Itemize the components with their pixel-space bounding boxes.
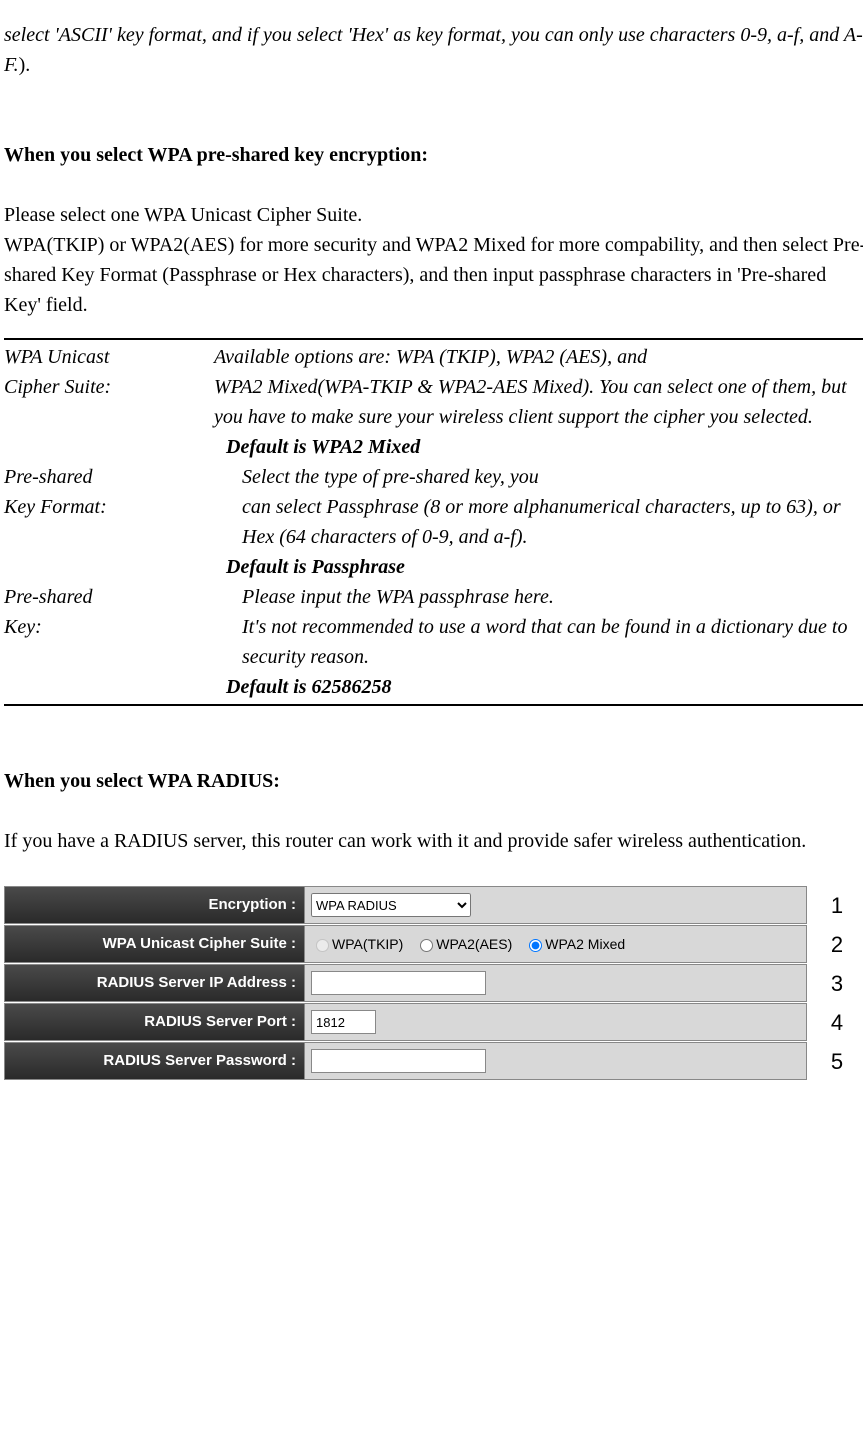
- cipher-opt2-text: WPA2(AES): [436, 934, 512, 955]
- port-row: RADIUS Server Port :: [4, 1003, 807, 1041]
- cipher-value-cell: WPA(TKIP) WPA2(AES) WPA2 Mixed: [304, 925, 807, 963]
- def-desc-line2: WPA2 Mixed(WPA-TKIP & WPA2-AES Mixed). Y…: [214, 372, 863, 432]
- psk-para2: WPA(TKIP) or WPA2(AES) for more security…: [4, 230, 863, 320]
- cipher-label: WPA Unicast Cipher Suite :: [4, 925, 304, 963]
- radius-port-input[interactable]: [311, 1010, 376, 1034]
- def-term-line2: Key:: [4, 612, 214, 672]
- def-default: Default is Passphrase: [226, 552, 863, 582]
- radius-password-input[interactable]: [311, 1049, 486, 1073]
- pwd-value-cell: [304, 1042, 807, 1080]
- intro-close: ).: [19, 54, 31, 76]
- radius-ip-input[interactable]: [311, 971, 486, 995]
- psk-definitions-table: WPA Unicast Available options are: WPA (…: [4, 338, 863, 706]
- port-value-cell: [304, 1003, 807, 1041]
- radio-wpa2-aes[interactable]: [420, 939, 433, 952]
- def-desc-line2: can select Passphrase (8 or more alphanu…: [214, 492, 863, 552]
- table-row: Pre-shared Select the type of pre-shared…: [4, 462, 863, 492]
- cipher-row: WPA Unicast Cipher Suite : WPA(TKIP) WPA…: [4, 925, 807, 963]
- intro-fragment: select 'ASCII' key format, and if you se…: [4, 20, 863, 80]
- ip-value-cell: [304, 964, 807, 1002]
- pwd-row: RADIUS Server Password :: [4, 1042, 807, 1080]
- callout-2: 2: [807, 925, 863, 963]
- radius-heading: When you select WPA RADIUS:: [4, 766, 863, 796]
- intro-italic: select 'ASCII' key format, and if you se…: [4, 24, 863, 76]
- port-label: RADIUS Server Port :: [4, 1003, 304, 1041]
- cipher-opt2-label[interactable]: WPA2(AES): [415, 934, 512, 955]
- table-row: Cipher Suite: WPA2 Mixed(WPA-TKIP & WPA2…: [4, 372, 863, 432]
- callout-5: 5: [807, 1042, 863, 1080]
- def-desc-line2: It's not recommended to use a word that …: [214, 612, 863, 672]
- cipher-opt1-label[interactable]: WPA(TKIP): [311, 934, 403, 955]
- radius-para: If you have a RADIUS server, this router…: [4, 826, 863, 856]
- def-desc-line1: Select the type of pre-shared key, you: [214, 462, 863, 492]
- def-term-line1: Pre-shared: [4, 462, 214, 492]
- def-term-line1: Pre-shared: [4, 582, 214, 612]
- def-desc-line1: Please input the WPA passphrase here.: [214, 582, 863, 612]
- callout-numbers: 1 2 3 4 5: [807, 886, 863, 1081]
- def-desc-line1: Available options are: WPA (TKIP), WPA2 …: [214, 342, 863, 372]
- cipher-opt3-text: WPA2 Mixed: [545, 934, 625, 955]
- encryption-select[interactable]: WPA RADIUS: [311, 893, 471, 917]
- def-term-line1: WPA Unicast: [4, 342, 214, 372]
- encryption-value-cell: WPA RADIUS: [304, 886, 807, 924]
- psk-para1: Please select one WPA Unicast Cipher Sui…: [4, 200, 863, 230]
- table-row: Key Format: can select Passphrase (8 or …: [4, 492, 863, 552]
- table-row: Key: It's not recommended to use a word …: [4, 612, 863, 672]
- ip-row: RADIUS Server IP Address :: [4, 964, 807, 1002]
- pwd-label: RADIUS Server Password :: [4, 1042, 304, 1080]
- radio-wpa-tkip[interactable]: [316, 939, 329, 952]
- encryption-row: Encryption : WPA RADIUS: [4, 886, 807, 924]
- radius-form: Encryption : WPA RADIUS WPA Unicast Ciph…: [4, 886, 807, 1081]
- callout-1: 1: [807, 886, 863, 924]
- table-row: WPA Unicast Available options are: WPA (…: [4, 342, 863, 372]
- def-default: Default is WPA2 Mixed: [226, 432, 863, 462]
- psk-heading: When you select WPA pre-shared key encry…: [4, 140, 863, 170]
- callout-3: 3: [807, 964, 863, 1002]
- encryption-label: Encryption :: [4, 886, 304, 924]
- callout-4: 4: [807, 1003, 863, 1041]
- radio-wpa2-mixed[interactable]: [529, 939, 542, 952]
- cipher-opt1-text: WPA(TKIP): [332, 934, 403, 955]
- def-term-line2: Key Format:: [4, 492, 214, 552]
- table-row: Pre-shared Please input the WPA passphra…: [4, 582, 863, 612]
- ip-label: RADIUS Server IP Address :: [4, 964, 304, 1002]
- def-term-line2: Cipher Suite:: [4, 372, 214, 432]
- radius-config-screenshot: Encryption : WPA RADIUS WPA Unicast Ciph…: [4, 886, 863, 1081]
- def-default: Default is 62586258: [226, 672, 863, 702]
- cipher-opt3-label[interactable]: WPA2 Mixed: [524, 934, 625, 955]
